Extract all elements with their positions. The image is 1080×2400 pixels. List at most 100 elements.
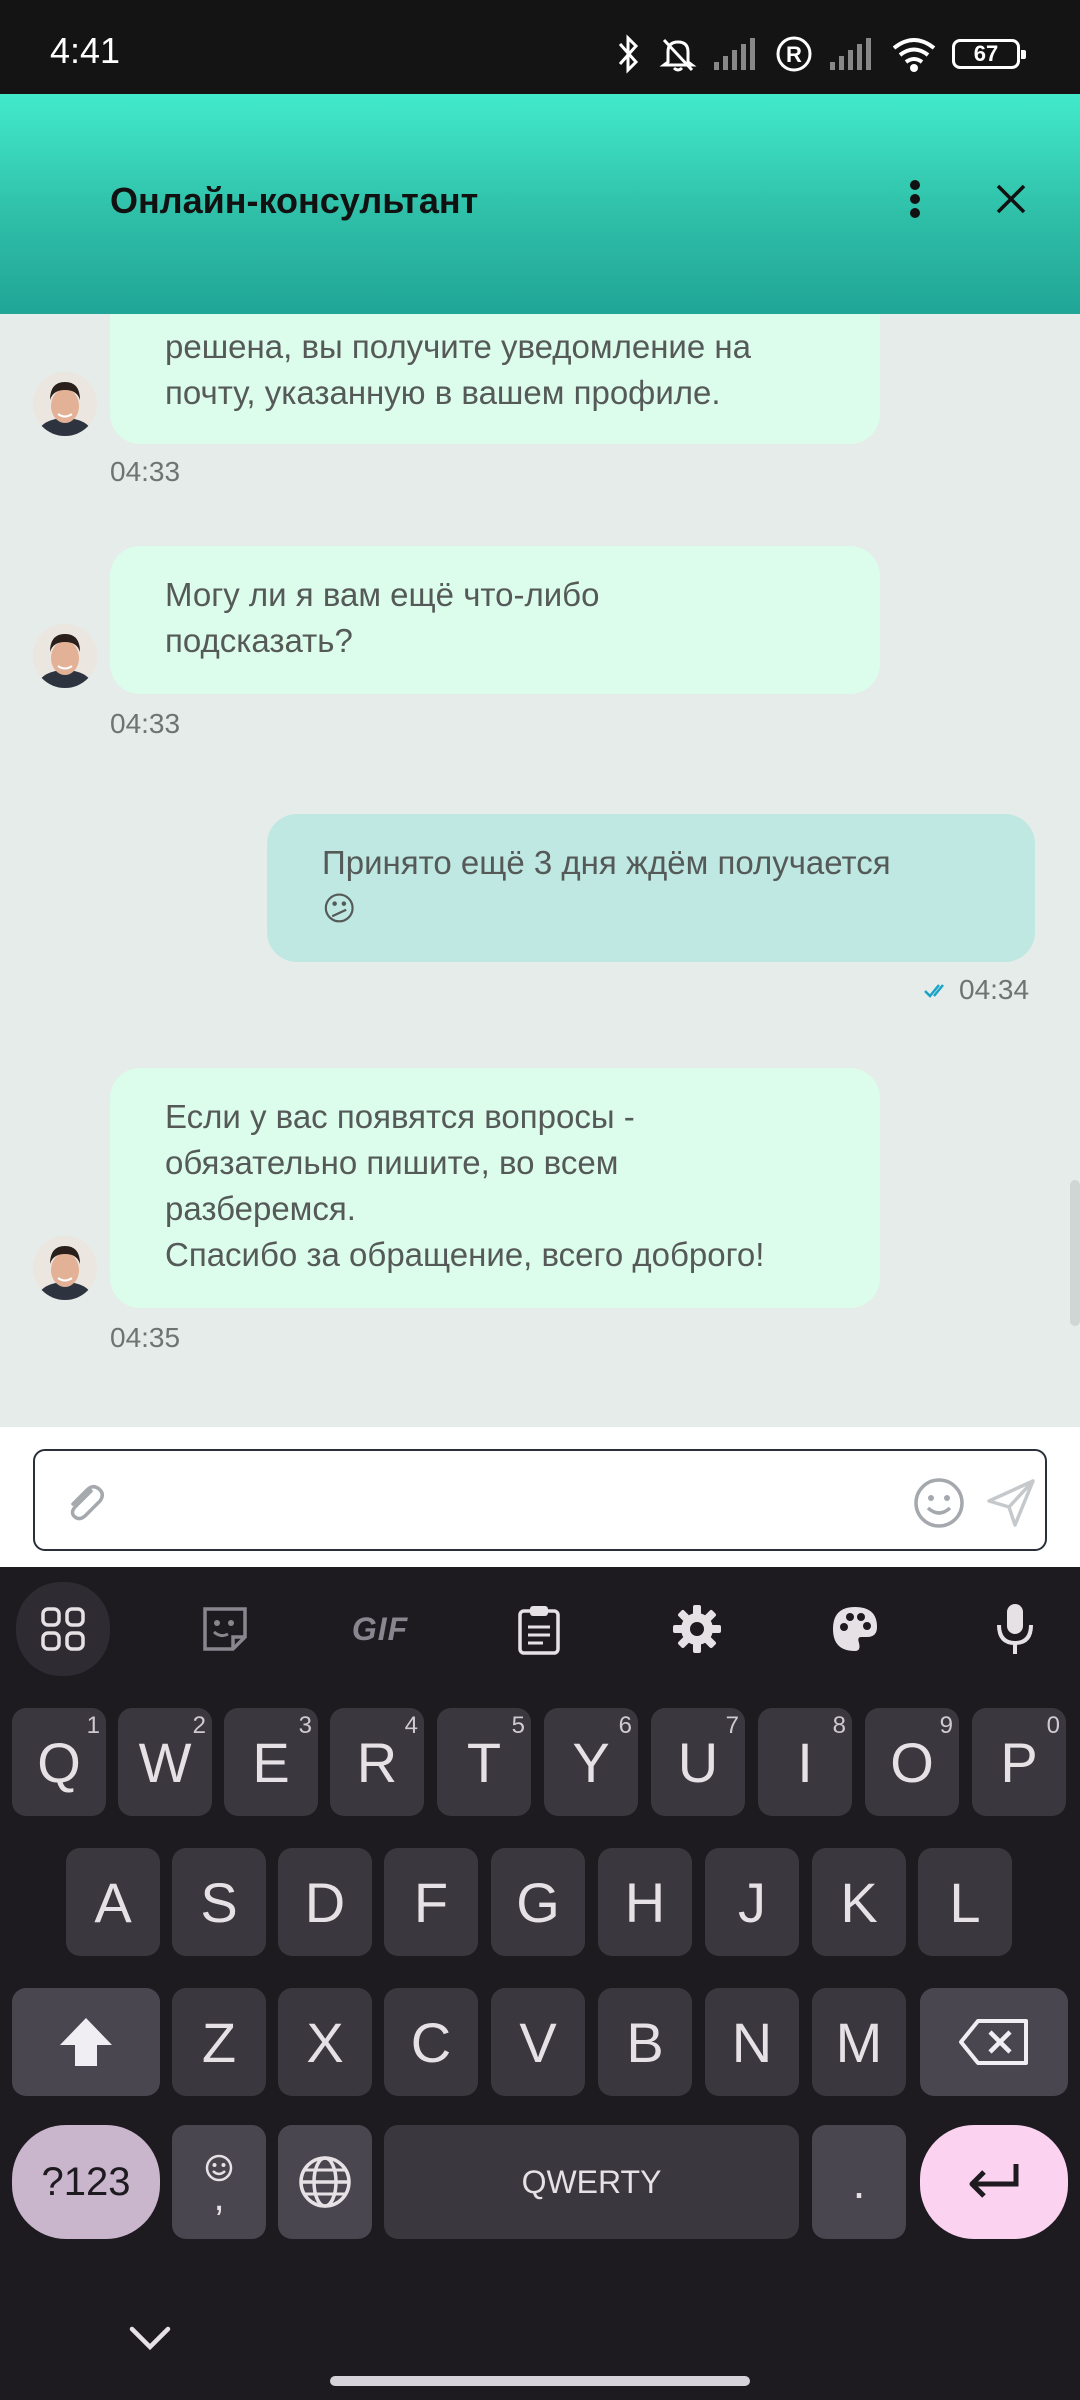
close-button[interactable] (976, 164, 1046, 234)
voice-input-button[interactable] (970, 1589, 1060, 1669)
symbols-key[interactable]: ?123 (12, 2125, 160, 2239)
key-label: B (626, 2010, 664, 2074)
space-key[interactable]: QWERTY (384, 2125, 799, 2239)
key-p[interactable]: P0 (972, 1708, 1066, 1816)
send-icon (987, 1479, 1035, 1527)
consultant-avatar (33, 624, 97, 688)
message-input-box (33, 1449, 1047, 1551)
key-u[interactable]: U7 (651, 1708, 745, 1816)
sticker-icon (203, 1607, 247, 1651)
key-label: E (252, 1730, 290, 1794)
message-bubble-incoming: Могу ли я вам ещё что-либо подсказать? (110, 546, 880, 694)
message-timestamp: 04:33 (110, 708, 181, 739)
hide-keyboard-button[interactable] (126, 2319, 174, 2359)
globe-icon (299, 2156, 351, 2208)
bluetooth-icon (618, 34, 639, 74)
comma-label: , (213, 2175, 225, 2219)
key-label: Q (37, 1730, 81, 1794)
key-hint: 7 (725, 1712, 739, 1739)
message-text-line: Могу ли я вам ещё что-либо (165, 576, 600, 613)
consultant-avatar (33, 1236, 97, 1300)
emoji-button[interactable] (911, 1475, 967, 1531)
close-icon (996, 184, 1026, 214)
key-c[interactable]: C (384, 1988, 478, 2096)
svg-text:R: R (786, 42, 802, 67)
keyboard-toolbar: GIF (0, 1567, 1080, 1687)
key-label: J (738, 1870, 766, 1934)
key-b[interactable]: B (598, 1988, 692, 2096)
home-indicator[interactable] (330, 2376, 750, 2386)
key-y[interactable]: Y6 (544, 1708, 638, 1816)
gif-button[interactable]: GIF (335, 1589, 425, 1669)
message-list[interactable]: решена, вы получите уведомление на почту… (0, 314, 1080, 1427)
more-vertical-icon (910, 180, 920, 218)
message-text-line: обязательно пишите, во всем (165, 1144, 619, 1181)
message-text-line: решена, вы получите уведомление на (165, 328, 751, 365)
key-a[interactable]: A (66, 1848, 160, 1956)
message-timestamp-outgoing: 04:34 (923, 974, 1029, 1006)
bell-off-icon (659, 38, 697, 72)
apps-button[interactable] (16, 1582, 110, 1676)
key-q[interactable]: Q1 (12, 1708, 106, 1816)
settings-button[interactable] (652, 1589, 742, 1669)
key-m[interactable]: M (812, 1988, 906, 2096)
key-n[interactable]: N (705, 1988, 799, 2096)
scrollbar[interactable] (1070, 1180, 1080, 1326)
clipboard-button[interactable] (494, 1589, 584, 1669)
message-text-line: 😕 (322, 890, 357, 927)
message-text-line: Принято ещё 3 дня ждём получается (322, 844, 891, 881)
language-key[interactable] (278, 2125, 372, 2239)
key-hint: 5 (511, 1712, 525, 1739)
key-f[interactable]: F (384, 1848, 478, 1956)
backspace-key[interactable] (920, 1988, 1068, 2096)
key-l[interactable]: L (918, 1848, 1012, 1956)
key-k[interactable]: K (812, 1848, 906, 1956)
attach-button[interactable] (57, 1475, 113, 1531)
grid-icon (41, 1607, 85, 1651)
key-j[interactable]: J (705, 1848, 799, 1956)
send-button[interactable] (983, 1475, 1039, 1531)
keyboard: GIF Q1 W2 E3 R4 T5 Y6 U7 I8 O9 P0 A S D … (0, 1567, 1080, 2400)
key-d[interactable]: D (278, 1848, 372, 1956)
message-bubble-incoming: Если у вас появятся вопросы - обязательн… (110, 1068, 880, 1308)
message-input[interactable] (135, 1471, 915, 1531)
shift-key[interactable] (12, 1988, 160, 2096)
key-x[interactable]: X (278, 1988, 372, 2096)
status-time: 4:41 (50, 30, 121, 71)
more-options-button[interactable] (880, 164, 950, 234)
microphone-icon (997, 1604, 1033, 1654)
key-label: D (304, 1870, 346, 1934)
key-s[interactable]: S (172, 1848, 266, 1956)
enter-key[interactable] (920, 2125, 1068, 2239)
consultant-avatar (33, 372, 97, 436)
key-label: F (413, 1870, 449, 1934)
emoji-comma-key[interactable]: , (172, 2125, 266, 2239)
key-label: Y (572, 1730, 610, 1794)
key-o[interactable]: O9 (865, 1708, 959, 1816)
key-hint: 0 (1046, 1712, 1060, 1739)
key-label: P (1000, 1730, 1038, 1794)
registered-icon: R (776, 36, 812, 72)
key-e[interactable]: E3 (224, 1708, 318, 1816)
key-h[interactable]: H (598, 1848, 692, 1956)
key-v[interactable]: V (491, 1988, 585, 2096)
key-g[interactable]: G (491, 1848, 585, 1956)
clipboard-icon (518, 1606, 560, 1655)
key-label: I (797, 1730, 813, 1794)
key-t[interactable]: T5 (437, 1708, 531, 1816)
gif-icon: GIF (351, 1610, 409, 1647)
period-key[interactable]: . (812, 2125, 906, 2239)
key-w[interactable]: W2 (118, 1708, 212, 1816)
theme-button[interactable] (810, 1589, 900, 1669)
key-r[interactable]: R4 (330, 1708, 424, 1816)
key-label: G (516, 1870, 560, 1934)
key-label: X (306, 2010, 344, 2074)
message-input-bar (0, 1427, 1080, 1567)
key-label: R (356, 1730, 398, 1794)
key-z[interactable]: Z (172, 1988, 266, 2096)
sticker-button[interactable] (180, 1589, 270, 1669)
smile-icon (914, 1478, 964, 1528)
status-bar: 4:41 R 67 (0, 0, 1080, 94)
key-i[interactable]: I8 (758, 1708, 852, 1816)
key-label: C (410, 2010, 452, 2074)
